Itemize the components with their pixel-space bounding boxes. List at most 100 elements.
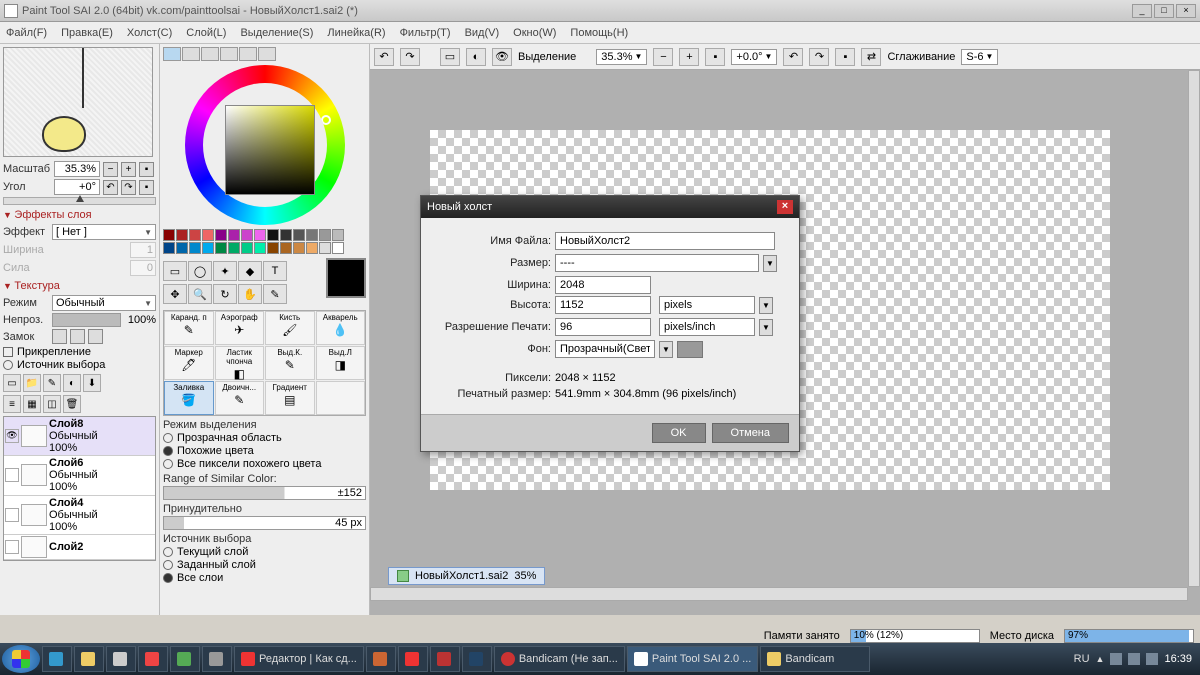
tray-expand-icon[interactable]: ▲: [1096, 654, 1105, 664]
mask-button[interactable]: ◐: [63, 374, 81, 392]
close-button[interactable]: ×: [1176, 4, 1196, 18]
layer-item[interactable]: Слой2: [4, 535, 155, 560]
magic-wand-tool[interactable]: ✦: [213, 261, 237, 281]
maximize-button[interactable]: □: [1154, 4, 1174, 18]
menu-help[interactable]: Помощь(H): [570, 27, 628, 39]
color-picker-square[interactable]: [225, 105, 315, 195]
cancel-button[interactable]: Отмена: [712, 423, 789, 443]
vertical-scrollbar[interactable]: [1188, 70, 1200, 587]
pick-all-radio[interactable]: [163, 573, 173, 583]
filename-input[interactable]: [555, 232, 775, 250]
layer-item[interactable]: 👁 Слой8Обычный100%: [4, 417, 155, 456]
color-rgb-tab[interactable]: [182, 47, 200, 61]
new-vector-button[interactable]: ✎: [43, 374, 61, 392]
color-mix-tab[interactable]: [220, 47, 238, 61]
flip-h-button[interactable]: ⇄: [861, 48, 881, 66]
hand-tool[interactable]: ✋: [238, 284, 262, 304]
dialog-titlebar[interactable]: Новый холст ×: [421, 196, 799, 218]
effect-select[interactable]: [ Нет ]▼: [52, 224, 156, 240]
task-sai[interactable]: Paint Tool SAI 2.0 ...: [627, 646, 758, 672]
invert-button[interactable]: ◐: [466, 48, 486, 66]
new-folder-button[interactable]: 📁: [23, 374, 41, 392]
brush-selpen[interactable]: Выд.К.✎: [265, 346, 315, 380]
task-browser[interactable]: Редактор | Как сд...: [234, 646, 364, 672]
ok-button[interactable]: OK: [652, 423, 706, 443]
tray-volume-icon[interactable]: [1146, 653, 1158, 665]
brush-marker[interactable]: Маркер🖊: [164, 346, 214, 380]
res-unit-dropdown[interactable]: ▼: [759, 319, 773, 336]
similar-range-slider[interactable]: ±152: [163, 486, 366, 500]
clock[interactable]: 16:39: [1164, 653, 1192, 665]
text-tool[interactable]: T: [263, 261, 287, 281]
eyedropper-tool[interactable]: ✎: [263, 284, 287, 304]
merge-button[interactable]: ≡: [3, 395, 21, 413]
unit-dropdown[interactable]: ▼: [759, 297, 773, 314]
bg-color-swatch[interactable]: [677, 341, 703, 358]
pick-specified-radio[interactable]: [163, 560, 173, 570]
selmode-similar-radio[interactable]: [163, 446, 173, 456]
zoom-reset-button[interactable]: ▪: [139, 162, 154, 177]
angle-slider[interactable]: [3, 197, 156, 205]
brush-bucket[interactable]: Заливка🪣: [164, 381, 214, 415]
lasso-tool[interactable]: ◯: [188, 261, 212, 281]
res-unit-select[interactable]: [659, 318, 755, 336]
zoom-in-button[interactable]: +: [121, 162, 136, 177]
visibility-icon[interactable]: [5, 540, 19, 554]
transfer-button[interactable]: ⬇: [83, 374, 101, 392]
layer-item[interactable]: Слой6Обычный100%: [4, 456, 155, 495]
brush-gradient[interactable]: Градиент▤: [265, 381, 315, 415]
brush-watercolor[interactable]: Акварель💧: [316, 311, 366, 345]
task-app3[interactable]: [430, 646, 460, 672]
resolution-input[interactable]: [555, 318, 651, 336]
selmode-transparent-radio[interactable]: [163, 433, 173, 443]
task-app[interactable]: [366, 646, 396, 672]
zoom-fit-tb[interactable]: ▪: [705, 48, 725, 66]
pinned-app[interactable]: [106, 646, 136, 672]
width-input[interactable]: [555, 276, 651, 294]
move-tool[interactable]: ✥: [163, 284, 187, 304]
force-slider[interactable]: 45 px: [163, 516, 366, 530]
visibility-icon[interactable]: [5, 468, 19, 482]
rotate-ccw-button[interactable]: ↶: [103, 180, 118, 195]
layer-fx-header[interactable]: Эффекты слоя: [3, 209, 156, 221]
flatten-button[interactable]: ▦: [23, 395, 41, 413]
horizontal-scrollbar[interactable]: [370, 587, 1188, 601]
menu-layer[interactable]: Слой(L): [186, 27, 226, 39]
menu-window[interactable]: Окно(W): [513, 27, 556, 39]
dialog-close-button[interactable]: ×: [777, 200, 793, 214]
pinned-ie[interactable]: [42, 646, 72, 672]
rot-cw-tb[interactable]: ↷: [809, 48, 829, 66]
rotation-field[interactable]: +0.0°▼: [731, 49, 777, 65]
lock-pixels-button[interactable]: [70, 329, 85, 344]
rotate-tool[interactable]: ↻: [213, 284, 237, 304]
color-swatch-tab[interactable]: [239, 47, 257, 61]
preset-dropdown[interactable]: ▼: [763, 255, 777, 272]
zoom-tool[interactable]: 🔍: [188, 284, 212, 304]
menu-canvas[interactable]: Холст(C): [127, 27, 172, 39]
menu-file[interactable]: Файл(F): [6, 27, 47, 39]
task-app2[interactable]: [398, 646, 428, 672]
swatch[interactable]: [163, 229, 175, 241]
brush-seleraser[interactable]: Выд.Л◨: [316, 346, 366, 380]
menu-edit[interactable]: Правка(E): [61, 27, 113, 39]
selmode-allpx-radio[interactable]: [163, 459, 173, 469]
tray-icon[interactable]: [1110, 653, 1122, 665]
blend-mode-select[interactable]: Обычный▼: [52, 295, 156, 311]
pinned-app2[interactable]: [138, 646, 168, 672]
zoom-in-tb[interactable]: +: [679, 48, 699, 66]
delete-layer-button[interactable]: 🗑: [63, 395, 81, 413]
rect-select-tool[interactable]: ▭: [163, 261, 187, 281]
bg-dropdown[interactable]: ▼: [659, 341, 673, 358]
source-radio[interactable]: [3, 360, 13, 370]
document-tab[interactable]: НовыйХолст1.sai2 35%: [388, 567, 545, 585]
task-bandicam[interactable]: Bandicam (Не зап...: [494, 646, 625, 672]
rotate-reset-button[interactable]: ▪: [139, 180, 154, 195]
minimize-button[interactable]: _: [1132, 4, 1152, 18]
deselect-button[interactable]: ▭: [440, 48, 460, 66]
menu-ruler[interactable]: Линейка(R): [327, 27, 385, 39]
rotate-cw-button[interactable]: ↷: [121, 180, 136, 195]
color-scratch-tab[interactable]: [258, 47, 276, 61]
smooth-select[interactable]: S-6▼: [961, 49, 998, 65]
pin-checkbox[interactable]: [3, 347, 13, 357]
clear-button[interactable]: ◫: [43, 395, 61, 413]
